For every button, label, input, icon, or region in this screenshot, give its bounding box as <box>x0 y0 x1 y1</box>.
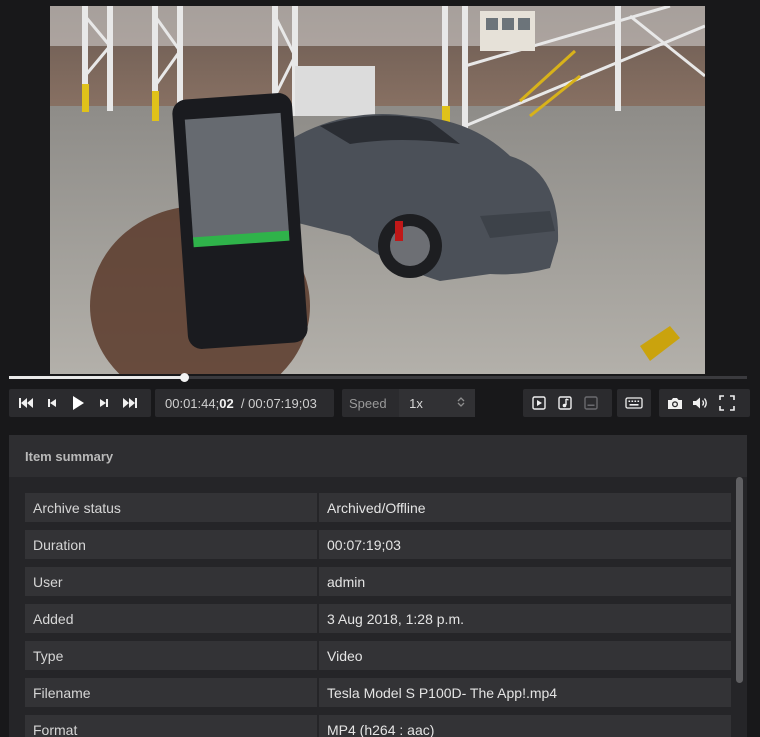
summary-row: Duration 00:07:19;03 <box>25 530 731 559</box>
current-frame: 02 <box>219 395 234 411</box>
summary-row: Format MP4 (h264 : aac) <box>25 715 731 737</box>
summary-row: Archive status Archived/Offline <box>25 493 731 522</box>
timecode-text: 00:01:44;02 / 00:07:19;03 <box>155 396 317 411</box>
panel-scrollbar[interactable] <box>736 477 743 683</box>
row-value: Tesla Model S P100D- The App!.mp4 <box>319 678 731 707</box>
summary-row: Added 3 Aug 2018, 1:28 p.m. <box>25 604 731 633</box>
speed-value: 1x <box>409 395 423 411</box>
summary-row: Filename Tesla Model S P100D- The App!.m… <box>25 678 731 707</box>
summary-row: Type Video <box>25 641 731 670</box>
volume-icon[interactable] <box>688 389 714 417</box>
timecode-display: 00:01:44;02 / 00:07:19;03 <box>155 389 334 417</box>
row-label: Added <box>25 604 317 633</box>
chevron-updown-icon <box>457 396 465 411</box>
row-label: Filename <box>25 678 317 707</box>
camera-icon[interactable] <box>662 389 688 417</box>
panel-title: Item summary <box>9 435 747 477</box>
fullscreen-icon[interactable] <box>714 389 740 417</box>
step-back-icon[interactable] <box>39 389 65 417</box>
video-track-icon[interactable] <box>526 389 552 417</box>
summary-list: Archive status Archived/Offline Duration… <box>25 493 731 737</box>
music-note-icon[interactable] <box>552 389 578 417</box>
scrubber-handle[interactable] <box>179 373 189 382</box>
row-value: admin <box>319 567 731 596</box>
keyboard-icon[interactable] <box>621 389 647 417</box>
row-value: Video <box>319 641 731 670</box>
summary-row: User admin <box>25 567 731 596</box>
step-forward-icon[interactable] <box>91 389 117 417</box>
scrubber-progress <box>9 376 184 379</box>
item-summary-panel: Item summary Archive status Archived/Off… <box>9 435 747 737</box>
skip-to-end-icon[interactable] <box>117 389 143 417</box>
track-toggles <box>523 389 612 417</box>
row-label: User <box>25 567 317 596</box>
row-value: MP4 (h264 : aac) <box>319 715 731 737</box>
speed-select[interactable]: 1x <box>399 389 475 417</box>
row-value: Archived/Offline <box>319 493 731 522</box>
row-label: Duration <box>25 530 317 559</box>
current-time: 00:01:44; <box>165 395 220 411</box>
subtitles-icon[interactable] <box>578 389 604 417</box>
row-value: 3 Aug 2018, 1:28 p.m. <box>319 604 731 633</box>
row-label: Type <box>25 641 317 670</box>
speed-control: Speed 1x <box>342 389 475 417</box>
row-label: Archive status <box>25 493 317 522</box>
skip-to-start-icon[interactable] <box>13 389 39 417</box>
timeline-scrubber[interactable] <box>9 373 747 382</box>
play-icon[interactable] <box>65 389 91 417</box>
video-preview[interactable] <box>50 6 705 374</box>
speed-label: Speed <box>349 395 387 411</box>
view-controls <box>659 389 750 417</box>
keyboard-shortcuts <box>617 389 651 417</box>
total-time: / 00:07:19;03 <box>240 395 317 411</box>
transport-controls <box>9 389 151 417</box>
row-label: Format <box>25 715 317 737</box>
row-value: 00:07:19;03 <box>319 530 731 559</box>
